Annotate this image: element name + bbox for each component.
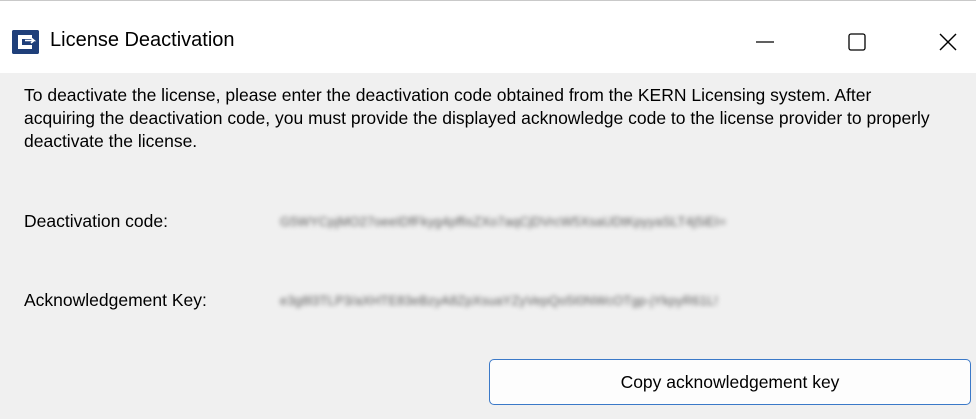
close-icon — [939, 33, 957, 51]
kern-app-icon — [12, 30, 39, 54]
deactivation-code-label: Deactivation code: — [24, 211, 168, 231]
deactivation-code-value[interactable]: G5WYCpjMO27oeeIDfFkyg4pffisZXo7aqCjDVrcW… — [280, 209, 972, 235]
minimize-icon — [756, 41, 774, 43]
copy-acknowledgement-key-button[interactable]: Copy acknowledgement key — [489, 359, 971, 405]
maximize-button[interactable] — [827, 17, 887, 67]
window-title: License Deactivation — [50, 29, 235, 51]
instructions-text: To deactivate the license, please enter … — [24, 85, 930, 151]
minimize-button[interactable] — [735, 17, 795, 67]
maximize-icon — [848, 33, 866, 51]
acknowledgement-key-value[interactable]: e3g8l3TLP3/aXHTE83eBzyA8ZpXsuaYZyVepQo5I… — [280, 288, 972, 314]
title-bar[interactable]: License Deactivation — [0, 1, 976, 73]
license-deactivation-dialog: License Deactivation To deactivate the l… — [0, 0, 976, 419]
close-button[interactable] — [918, 17, 976, 67]
acknowledgement-key-label: Acknowledgement Key: — [24, 290, 207, 310]
